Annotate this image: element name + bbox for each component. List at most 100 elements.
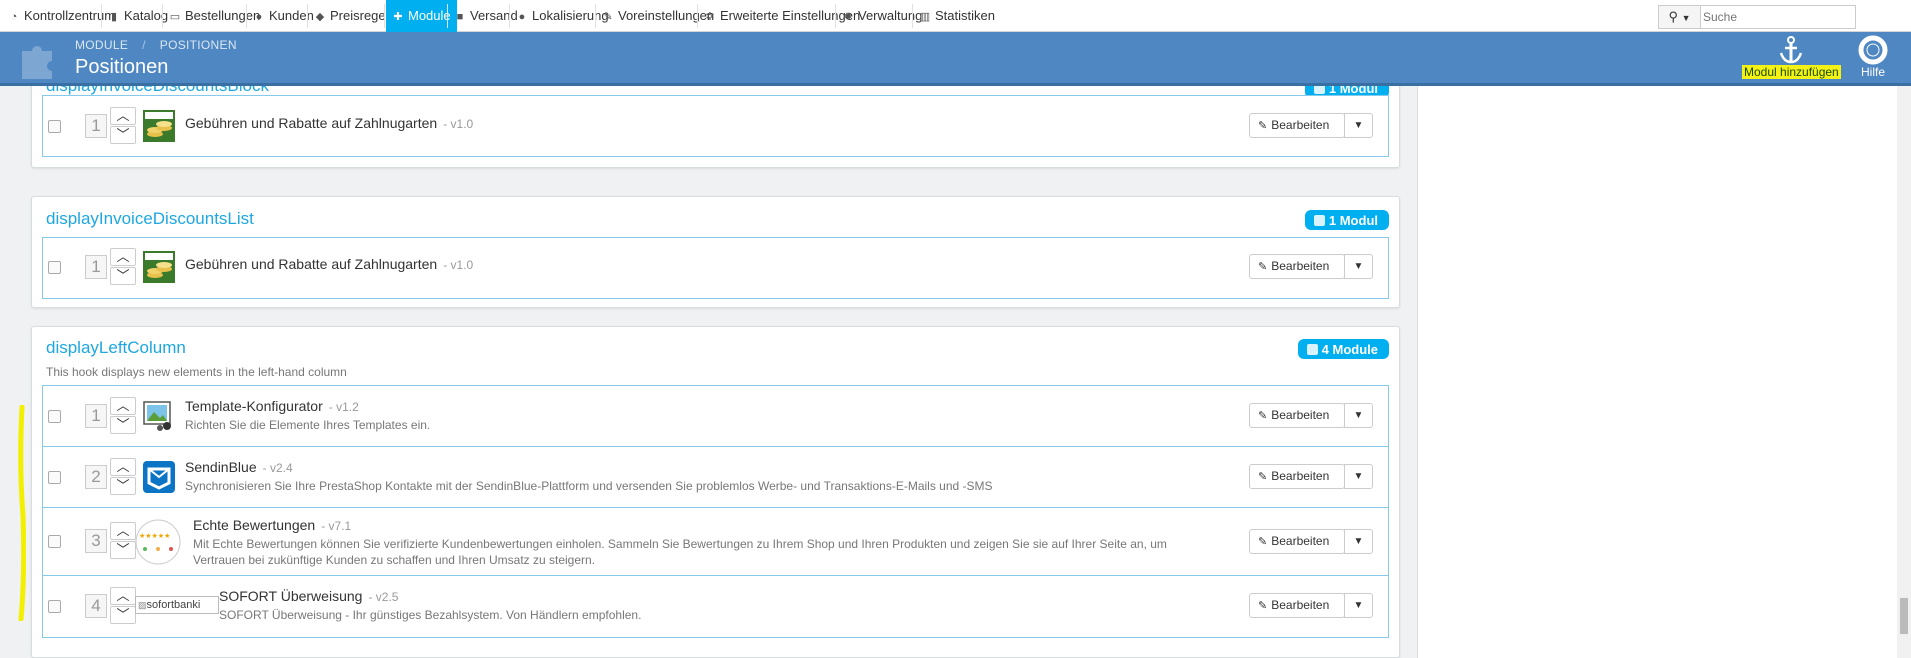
add-module-button[interactable]: Modul hinzufügen xyxy=(1742,35,1841,79)
move-up-button[interactable]: ︿ xyxy=(110,458,136,476)
truck-icon: ■ xyxy=(456,11,464,23)
puzzle-icon: ✚ xyxy=(393,11,403,23)
edit-button[interactable]: ✎ Bearbeiten xyxy=(1249,254,1345,279)
search-icon: ⚲ xyxy=(1668,9,1678,24)
move-up-button[interactable]: ︿ xyxy=(110,248,136,266)
bar-chart-icon: ▥ xyxy=(919,11,931,23)
module-checkbox[interactable] xyxy=(48,471,61,484)
module-list: 1 ︿ ﹀ Gebühren und Rabatte auf Zahlnugar… xyxy=(42,237,1389,299)
help-button[interactable]: Hilfe xyxy=(1858,35,1888,79)
module-version: - v2.4 xyxy=(262,461,293,475)
move-down-button[interactable]: ﹀ xyxy=(110,606,136,624)
caret-down-icon: ▼ xyxy=(1353,120,1364,131)
chevron-down-icon: ﹀ xyxy=(116,268,130,283)
module-description: Mit Echte Bewertungen können Sie verifiz… xyxy=(193,537,1167,551)
dropdown-toggle[interactable]: ▼ xyxy=(1344,464,1373,489)
chevron-up-icon: ︿ xyxy=(116,398,130,413)
module-description: Synchronisieren Sie Ihre PrestaShop Kont… xyxy=(185,479,993,493)
dropdown-toggle[interactable]: ▼ xyxy=(1344,403,1373,428)
scrollbar-thumb[interactable] xyxy=(1900,598,1908,634)
module-count-badge: 4 Module xyxy=(1297,339,1389,359)
move-up-button[interactable]: ︿ xyxy=(110,397,136,415)
coins-icon xyxy=(143,110,175,142)
dropdown-toggle[interactable]: ▼ xyxy=(1344,254,1373,279)
dropdown-toggle[interactable]: ▼ xyxy=(1344,113,1373,138)
pencil-icon: ✎ xyxy=(1258,120,1268,132)
hook-panel: displayLeftColumn This hook displays new… xyxy=(31,326,1400,658)
module-checkbox[interactable] xyxy=(48,120,61,133)
users-icon: ● xyxy=(255,11,263,23)
move-up-button[interactable]: ︿ xyxy=(110,587,136,605)
credit-card-icon: ▭ xyxy=(169,11,181,23)
move-up-button[interactable]: ︿ xyxy=(110,107,136,125)
hook-panel: displayInvoiceDiscountsList 1 Modul 1 ︿ … xyxy=(31,196,1400,308)
globe-icon: ● xyxy=(518,11,526,23)
checkbox-icon xyxy=(1313,86,1325,94)
dropdown-toggle[interactable]: ▼ xyxy=(1344,529,1373,554)
sendinblue-icon xyxy=(143,461,175,493)
module-checkbox[interactable] xyxy=(48,535,61,548)
chevron-up-icon: ︿ xyxy=(116,523,130,538)
breadcrumb-item[interactable]: MODULE xyxy=(75,38,128,52)
gear-icon: ✹ xyxy=(843,11,853,23)
module-checkbox[interactable] xyxy=(48,261,61,274)
coins-icon xyxy=(143,251,175,283)
position-number: 1 xyxy=(85,404,107,428)
search-box: ⚲ ▼ xyxy=(1658,5,1856,29)
wrench-icon: ✎ xyxy=(603,11,613,23)
top-navigation: ◔ Kontrollzentrum ▮ Katalog ▭ Bestellungen … xyxy=(0,0,1911,32)
search-input[interactable] xyxy=(1703,7,1853,27)
page-header: MODULE / POSITIONEN Positionen Modul hinzu… xyxy=(0,32,1911,86)
position-number: 2 xyxy=(85,465,107,489)
template-icon xyxy=(143,401,171,431)
position-number: 3 xyxy=(85,529,107,553)
move-down-button[interactable]: ﹀ xyxy=(110,267,136,285)
page-title: Positionen xyxy=(75,56,169,78)
module-description-line2: Vertrauen bei zukünftige Kunden zu schaf… xyxy=(193,553,596,567)
right-column xyxy=(1417,86,1911,658)
pencil-icon: ✎ xyxy=(1258,536,1268,548)
module-count-badge: 1 Modul xyxy=(1304,210,1389,230)
chevron-up-icon: ︿ xyxy=(116,459,130,474)
vertical-scrollbar[interactable] xyxy=(1897,86,1911,658)
position-number: 4 xyxy=(85,594,107,618)
edit-button[interactable]: ✎ Bearbeiten xyxy=(1249,529,1345,554)
chevron-up-icon: ︿ xyxy=(116,588,130,603)
help-label: Hilfe xyxy=(1860,65,1885,79)
main-content: displayInvoiceDiscountsBlock 1 Modul 1 ︿… xyxy=(0,86,1911,658)
move-down-button[interactable]: ﹀ xyxy=(110,477,136,495)
module-row: 2 ︿ ﹀ SendinBlue - v2.4 Synchronisieren S… xyxy=(43,447,1388,508)
move-down-button[interactable]: ﹀ xyxy=(110,541,136,559)
module-checkbox[interactable] xyxy=(48,410,61,423)
chevron-down-icon: ▼ xyxy=(1681,13,1691,23)
move-up-button[interactable]: ︿ xyxy=(110,522,136,540)
module-name: SendinBlue - v2.4 xyxy=(185,459,293,475)
module-checkbox[interactable] xyxy=(48,600,61,613)
caret-down-icon: ▼ xyxy=(1353,536,1364,547)
module-version: - v1.2 xyxy=(328,400,359,414)
module-name: Gebühren und Rabatte auf Zahlnugarten - v… xyxy=(185,115,474,131)
chevron-down-icon: ﹀ xyxy=(116,607,130,622)
module-row: 3 ︿ ﹀ ★★★★★ Echte Bewertungen - v7.1 Mit … xyxy=(43,508,1388,576)
edit-button[interactable]: ✎ Bearbeiten xyxy=(1249,403,1345,428)
move-down-button[interactable]: ﹀ xyxy=(110,416,136,434)
move-down-button[interactable]: ﹀ xyxy=(110,126,136,144)
chevron-down-icon: ﹀ xyxy=(116,127,130,142)
caret-down-icon: ▼ xyxy=(1353,471,1364,482)
module-description: SOFORT Überweisung - Ihr günstiges Bezah… xyxy=(219,608,642,622)
module-row: 1 ︿ ﹀ Gebühren und Rabatte auf Zahlnugar… xyxy=(43,96,1388,156)
module-row: 1 ︿ ﹀ Gebühren und Rabatte auf Zahlnugar… xyxy=(43,238,1388,298)
nav-item-statistics[interactable]: ▥ Statistiken xyxy=(913,0,1001,32)
module-description: Richten Sie die Elemente Ihres Templates… xyxy=(185,418,431,432)
hook-title: displayInvoiceDiscountsList xyxy=(46,209,254,228)
edit-button[interactable]: ✎ Bearbeiten xyxy=(1249,464,1345,489)
module-list: 1 ︿ ﹀ Gebühren und Rabatte auf Zahlnugar… xyxy=(42,95,1389,157)
breadcrumb-item[interactable]: POSITIONEN xyxy=(160,38,237,52)
module-name: Echte Bewertungen - v7.1 xyxy=(193,517,352,533)
edit-button[interactable]: ✎ Bearbeiten xyxy=(1249,113,1345,138)
edit-button[interactable]: ✎ Bearbeiten xyxy=(1249,593,1345,618)
search-scope-button[interactable]: ⚲ ▼ xyxy=(1659,6,1701,28)
module-version: - v1.0 xyxy=(443,258,474,272)
dropdown-toggle[interactable]: ▼ xyxy=(1344,593,1373,618)
sofortbanking-icon: ▨sofortbanki xyxy=(135,596,219,614)
